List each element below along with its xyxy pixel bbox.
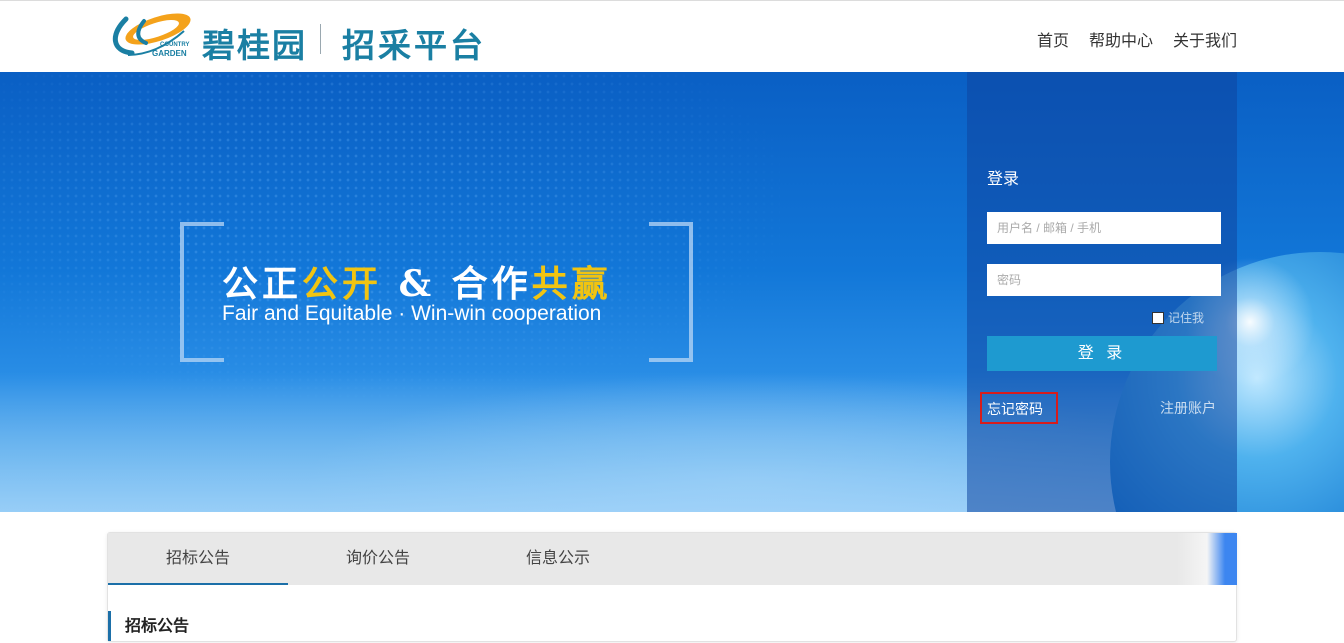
remember-label: 记住我 (1168, 311, 1205, 325)
bracket-left (180, 222, 224, 362)
forgot-password-highlight[interactable]: 忘记密码 (980, 392, 1058, 424)
logo-en-bottom: GARDEN (152, 49, 187, 58)
username-input[interactable] (987, 212, 1221, 244)
tab-info-disclosure[interactable]: 信息公示 (468, 533, 648, 585)
top-nav: 首页 帮助中心 关于我们 (1037, 27, 1237, 51)
announcement-panel: 招标公告 询价公告 信息公示 招标公告 (107, 532, 1237, 642)
password-input[interactable] (987, 264, 1221, 296)
slogan-part-2: 公开 (302, 263, 383, 305)
hero-banner: 公正公开 & 合作共赢 Fair and Equitable · Win-win… (0, 72, 1344, 512)
nav-help-center[interactable]: 帮助中心 (1089, 27, 1153, 51)
login-panel: 登录 记住我 登 录 忘记密码 注册账户 (967, 72, 1237, 512)
logo-divider (320, 24, 321, 54)
logo-en-top: COUNTRY (160, 42, 190, 48)
register-link[interactable]: 注册账户 (1160, 398, 1216, 418)
slogan-part-4: 共赢 (531, 263, 612, 305)
slogan-part-1: 公正 (222, 263, 303, 305)
announcement-tabs: 招标公告 询价公告 信息公示 (108, 533, 1237, 585)
remember-me[interactable]: 记住我 (1152, 309, 1204, 326)
slogan-chinese: 公正公开 & 合作共赢 (222, 255, 612, 307)
bracket-right (649, 222, 693, 362)
section-header: 招标公告 (108, 611, 189, 641)
header: COUNTRY GARDEN 碧桂园 招采平台 首页 帮助中心 关于我们 (0, 1, 1344, 72)
section-title: 招标公告 (125, 618, 190, 635)
slogan-english: Fair and Equitable · Win-win cooperation (222, 302, 602, 325)
remember-checkbox[interactable] (1152, 311, 1164, 324)
login-title: 登录 (987, 171, 1020, 188)
forgot-password-link[interactable]: 忘记密码 (987, 399, 1043, 419)
nav-home[interactable]: 首页 (1037, 27, 1069, 51)
tabs-edge-accent (1177, 533, 1237, 585)
nav-about-us[interactable]: 关于我们 (1173, 27, 1237, 51)
tab-inquiry-announcement[interactable]: 询价公告 (288, 533, 468, 585)
platform-name: 招采平台 (342, 26, 486, 65)
tab-bid-announcement[interactable]: 招标公告 (108, 533, 288, 585)
logo[interactable]: COUNTRY GARDEN 碧桂园 招采平台 (106, 7, 496, 65)
slogan-part-3: & 合作 (382, 263, 532, 305)
brand-name: 碧桂园 (202, 26, 307, 65)
login-button[interactable]: 登 录 (987, 336, 1217, 371)
